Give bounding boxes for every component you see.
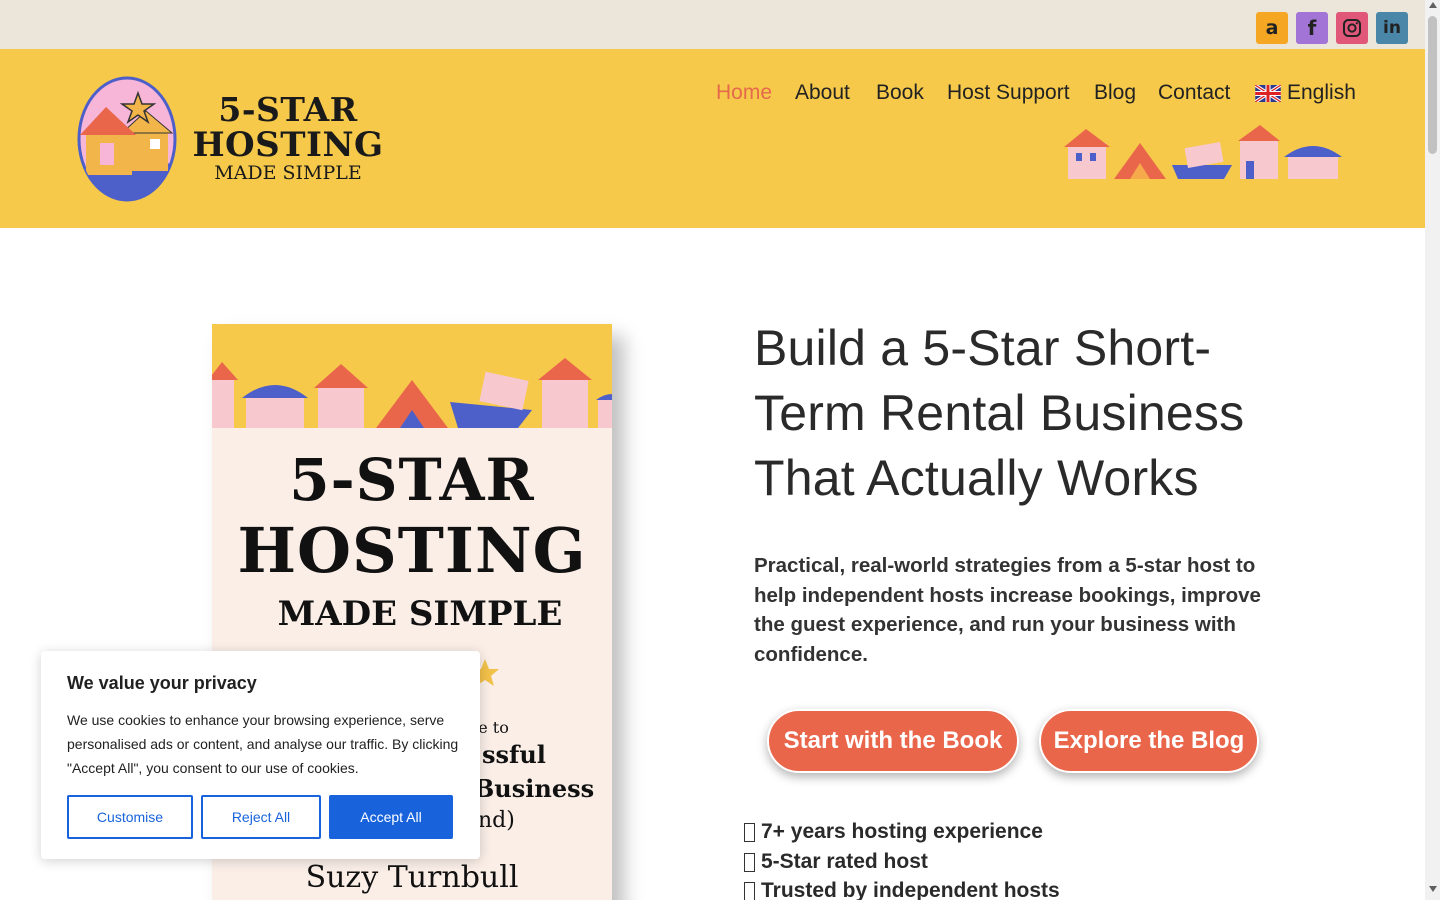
scroll-up-arrow-icon[interactable] [1429, 2, 1437, 8]
nav-host-support[interactable]: Host Support [947, 81, 1070, 105]
credential-text: 7+ years hosting experience [761, 820, 1043, 843]
site-header: 5-STAR HOSTING MADE SIMPLE Home About Bo… [0, 49, 1425, 228]
logo-line-3: MADE SIMPLE [214, 162, 362, 184]
book-cover-banner [212, 324, 612, 428]
nav-contact[interactable]: Contact [1158, 81, 1230, 105]
reject-all-button[interactable]: Reject All [201, 795, 321, 839]
book-title-line-2: HOSTING [237, 514, 587, 587]
credentials-list: 7+ years hosting experience 5-Star rated… [744, 817, 1060, 900]
instagram-icon [1342, 18, 1362, 38]
credential-text: Trusted by independent hosts [761, 879, 1060, 900]
list-item: Trusted by independent hosts [744, 876, 1060, 900]
uk-flag-icon [1255, 84, 1281, 102]
logo-line-2: HOSTING [192, 125, 384, 165]
top-bar: a f in [0, 0, 1425, 49]
language-switcher[interactable]: English [1255, 81, 1356, 105]
book-subtitle-line-a: ssful [482, 740, 546, 769]
cookie-title: We value your privacy [67, 673, 257, 693]
book-houses-icon [212, 358, 612, 428]
hero-description: Practical, real-world strategies from a … [754, 554, 1261, 666]
main-nav: Home About Book Host Support Blog Contac… [0, 81, 1425, 107]
instagram-link[interactable] [1336, 12, 1368, 44]
hero-heading: Build a 5-Star Short-Term Rental Busines… [754, 320, 1245, 506]
language-label: English [1287, 81, 1356, 104]
book-title-line-3: MADE SIMPLE [277, 594, 563, 634]
book-author: Suzy Turnbull [305, 860, 519, 895]
start-with-book-button[interactable]: Start with the Book [767, 709, 1019, 773]
list-item: 7+ years hosting experience [744, 817, 1060, 847]
list-item: 5-Star rated host [744, 847, 1060, 877]
scrollbar-thumb[interactable] [1428, 16, 1437, 154]
cookie-consent-banner: We value your privacy We use cookies to … [41, 651, 480, 859]
facebook-icon: f [1307, 16, 1317, 40]
credential-text: 5-Star rated host [761, 849, 928, 873]
book-title-line-1: 5-STAR [289, 446, 535, 514]
book-subtitle-line-b: Business [474, 774, 595, 803]
amazon-icon: a [1265, 16, 1279, 39]
facebook-link[interactable]: f [1296, 12, 1328, 44]
scroll-down-arrow-icon[interactable] [1429, 886, 1437, 892]
houses-illustration-icon [1064, 125, 1342, 179]
nav-about[interactable]: About [795, 81, 850, 105]
nav-blog[interactable]: Blog [1094, 81, 1136, 105]
book-subtitle-line-c: nd) [478, 808, 515, 833]
cookie-description: We use cookies to enhance your browsing … [67, 712, 459, 776]
nav-book[interactable]: Book [876, 81, 924, 105]
linkedin-link[interactable]: in [1376, 12, 1408, 44]
accept-all-button[interactable]: Accept All [329, 795, 453, 839]
explore-blog-button[interactable]: Explore the Blog [1039, 709, 1259, 773]
nav-home[interactable]: Home [716, 81, 772, 105]
amazon-link[interactable]: a [1256, 12, 1288, 44]
linkedin-icon: in [1383, 18, 1401, 38]
check-icon [744, 823, 755, 843]
check-icon [744, 882, 755, 900]
customise-button[interactable]: Customise [67, 795, 193, 839]
check-icon [744, 852, 755, 872]
